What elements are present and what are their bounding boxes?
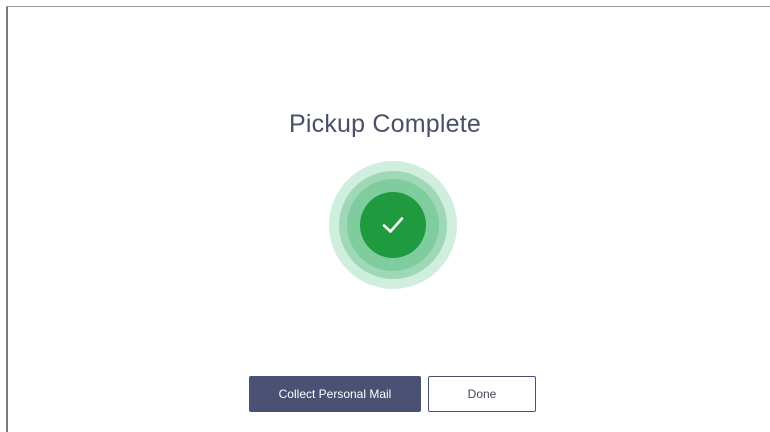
page-title: Pickup Complete xyxy=(289,110,481,138)
done-button[interactable]: Done xyxy=(428,376,536,412)
action-buttons: Collect Personal Mail Done xyxy=(0,376,770,412)
collect-personal-mail-button[interactable]: Collect Personal Mail xyxy=(249,376,421,412)
done-label: Done xyxy=(467,387,497,401)
window-border-top xyxy=(6,6,770,7)
success-status-graphic xyxy=(329,161,457,289)
checkmark-icon xyxy=(360,192,426,258)
collect-personal-mail-label: Collect Personal Mail xyxy=(278,387,392,401)
pickup-complete-screen: Pickup Complete Collect Personal Mail Do… xyxy=(0,0,770,432)
window-border-left xyxy=(6,6,8,432)
